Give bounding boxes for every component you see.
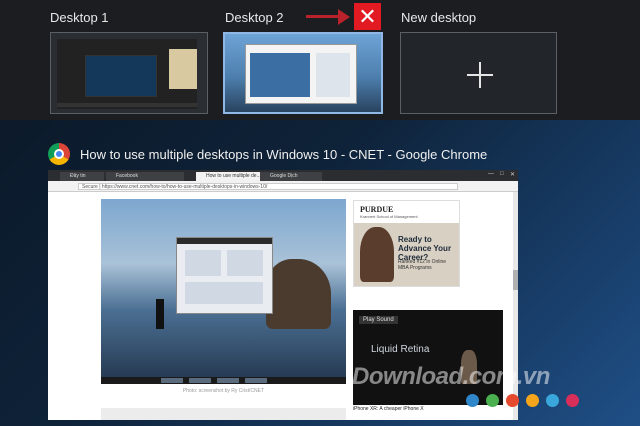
desktop-2-article-image (250, 53, 310, 97)
tab-1[interactable]: Đây tin (60, 172, 104, 181)
desktop-1-taskbar (57, 103, 197, 107)
new-desktop-button[interactable] (400, 32, 557, 114)
image-caption: Photo: screenshot by Ry Crist/CNET (182, 388, 265, 394)
desktop-2-ad (316, 53, 350, 97)
runner-silhouette (156, 299, 164, 329)
watermark-dots (466, 394, 596, 408)
window-title: How to use multiple desktops in Windows … (80, 147, 488, 162)
video-ad-text: Liquid Retina (371, 344, 430, 355)
article-image (101, 199, 346, 384)
ad-brand: PURDUE (360, 205, 394, 214)
tab-2[interactable]: Facebook (106, 172, 184, 181)
taskbar-item (161, 378, 183, 383)
ad-subtitle: Krannert School of Management (360, 214, 418, 219)
scrollbar-thumb[interactable] (513, 270, 518, 290)
maximize-icon[interactable]: □ (500, 171, 504, 177)
watermark-text: Download.com.vn (352, 363, 550, 390)
taskbar-item (189, 378, 211, 383)
rock-formation (266, 259, 331, 329)
watermark-dot (486, 394, 499, 407)
screenshot-card (185, 282, 263, 304)
taskbar-item (245, 378, 267, 383)
screenshot-window (176, 237, 273, 314)
ad-panel: Ready to Advance Your Career? Ranked #12… (354, 223, 459, 286)
chrome-icon (48, 143, 70, 165)
watermark-dot (566, 394, 579, 407)
desktop-1-side-panel (169, 49, 197, 89)
desktop-1-label: Desktop 1 (50, 10, 109, 25)
close-icon[interactable]: ✕ (510, 171, 515, 178)
desktop-1-inner-window (85, 55, 157, 97)
tab-bar: Đây tin Facebook How to use multiple de.… (48, 170, 518, 181)
pointer-arrow-icon (338, 9, 350, 25)
close-desktop-button[interactable]: ✕ (354, 3, 381, 30)
play-sound-button[interactable]: Play Sound (359, 316, 398, 324)
screenshot-taskbar (101, 377, 346, 384)
screenshot-card (185, 250, 221, 276)
desktop-2-browser-window (245, 44, 357, 104)
desktop-2-thumbnail[interactable] (223, 32, 383, 114)
desktop-2-label: Desktop 2 (225, 10, 284, 25)
task-view-desktop-strip: Desktop 1 Desktop 2 ✕ New desktop (0, 0, 640, 120)
screenshot-card (227, 250, 263, 276)
article-text-block (101, 408, 346, 420)
watermark-dot (506, 394, 519, 407)
watermark-dot (466, 394, 479, 407)
plus-icon-vertical (479, 62, 481, 88)
ad-small-text: Ranked #12 in Online MBA Programs (398, 259, 447, 271)
watermark-dot (546, 394, 559, 407)
watermark-dot (526, 394, 539, 407)
purdue-ad[interactable]: PURDUE Krannert School of Management Rea… (353, 200, 460, 287)
ad-person-image (360, 227, 394, 282)
minimize-icon[interactable]: — (488, 171, 494, 177)
address-bar[interactable]: Secure | https://www.cnet.com/how-to/how… (78, 183, 458, 190)
ad-headline: Ready to Advance Your Career? (398, 235, 452, 262)
new-desktop-label: New desktop (401, 10, 477, 25)
desktop-1-thumbnail[interactable] (50, 32, 208, 114)
address-bar-row: Secure | https://www.cnet.com/how-to/how… (48, 181, 518, 192)
taskbar-item (217, 378, 239, 383)
screenshot-window-header (177, 238, 272, 244)
tab-4[interactable]: Google Dịch (260, 172, 322, 181)
